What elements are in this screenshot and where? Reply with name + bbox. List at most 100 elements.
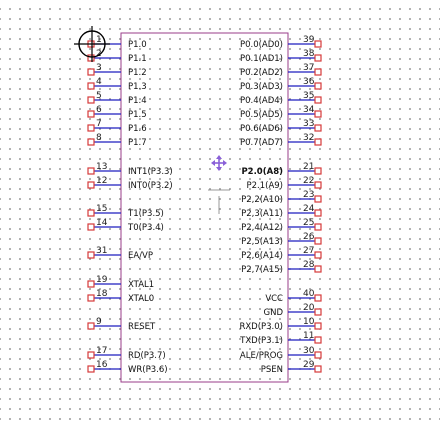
pin-label: RESET	[128, 322, 156, 332]
pin-end-marker[interactable]	[314, 96, 322, 104]
pin-label: P2,6(A14)	[241, 251, 283, 261]
pin-label: RXD(P3.0)	[239, 322, 283, 332]
pin-left-12[interactable]: 12 INT0(P3.2)	[87, 176, 173, 191]
pin-right-39[interactable]: 39 P0.0(AD0)	[240, 35, 322, 50]
pin-right-20[interactable]: 20 GND	[264, 303, 322, 318]
pin-left-9[interactable]: 9 RESET	[87, 317, 156, 332]
pin-number: 36	[303, 77, 315, 87]
pin-right-37[interactable]: 37 P0.2(AD2)	[240, 63, 322, 78]
pin-end-marker[interactable]	[87, 223, 95, 231]
pin-end-marker[interactable]	[87, 181, 95, 189]
pin-end-marker[interactable]	[87, 82, 95, 90]
pin-left-8[interactable]: 8 P1.7	[87, 133, 147, 148]
pin-end-marker[interactable]	[314, 237, 322, 245]
pin-end-marker[interactable]	[314, 223, 322, 231]
pin-left-17[interactable]: 17 RD(P3.7)	[87, 346, 166, 361]
pin-right-33[interactable]: 33 P0.6(AD6)	[240, 119, 322, 134]
pin-label: P2,5(A13)	[241, 237, 283, 247]
pin-label: WR(P3.6)	[128, 365, 168, 375]
pin-label: P0.3(AD3)	[240, 82, 283, 92]
right-pin-group: 39 P0.0(AD0) 38 P0.1(AD1) 37 P0.2(AD2) 36 P0.3(…	[239, 35, 322, 375]
pin-end-marker[interactable]	[314, 336, 322, 344]
pin-left-7[interactable]: 7 P1.6	[87, 119, 147, 134]
pin-right-34[interactable]: 34 P0.5(AD5)	[240, 105, 322, 120]
pin-left-6[interactable]: 6 P1.5	[87, 105, 147, 120]
pin-right-40[interactable]: 40 VCC	[265, 289, 322, 304]
pin-right-27[interactable]: 27 P2,6(A14)	[241, 246, 322, 261]
pin-end-marker[interactable]	[87, 365, 95, 373]
pin-right-21[interactable]: 21 P2.0(A8)	[241, 162, 322, 177]
pin-right-38[interactable]: 38 P0.1(AD1)	[240, 49, 322, 64]
pin-label: P0.0(AD0)	[240, 40, 283, 50]
pin-right-11[interactable]: 11 TXD(P3.1)	[239, 331, 322, 346]
pin-end-marker[interactable]	[314, 138, 322, 146]
pin-number: 27	[303, 246, 314, 256]
pin-right-32[interactable]: 32 P0.7(AD7)	[240, 133, 322, 148]
pin-end-marker[interactable]	[314, 294, 322, 302]
pin-end-marker[interactable]	[314, 181, 322, 189]
pin-left-15[interactable]: 15 T1(P3.5)	[87, 204, 164, 219]
pin-end-marker[interactable]	[87, 251, 95, 259]
pin-number: 35	[303, 91, 314, 101]
pin-end-marker[interactable]	[87, 167, 95, 175]
pin-right-30[interactable]: 30 ALE/PROG	[240, 346, 322, 361]
pin-end-marker[interactable]	[314, 68, 322, 76]
pin-right-22[interactable]: 22 P2.1(A9)	[247, 176, 322, 191]
pin-left-13[interactable]: 13 INT1(P3.3)	[87, 162, 173, 177]
pin-end-marker[interactable]	[314, 54, 322, 62]
schematic-canvas[interactable]: 1 P1.02 P1.13 P1.24 P1.35 P1.46 P1.57 P1.68 P1.7…	[0, 0, 440, 423]
pin-label: T0(P3.4)	[127, 223, 164, 233]
pin-end-marker[interactable]	[87, 209, 95, 217]
pin-left-3[interactable]: 3 P1.2	[87, 63, 147, 78]
pin-number: 31	[96, 246, 107, 256]
pin-right-24[interactable]: 24 P2,3(A11)	[241, 204, 322, 219]
pin-right-36[interactable]: 36 P0.3(AD3)	[240, 77, 322, 92]
pin-left-5[interactable]: 5 P1.4	[87, 91, 147, 106]
pin-end-marker[interactable]	[314, 124, 322, 132]
pin-end-marker[interactable]	[314, 322, 322, 330]
pin-end-marker[interactable]	[87, 124, 95, 132]
pin-label: P0.4(AD4)	[240, 96, 283, 106]
pin-left-14[interactable]: 14 T0(P3.4)	[87, 218, 164, 233]
pin-number: 26	[303, 232, 315, 242]
pin-label: P2,3(A11)	[241, 209, 283, 219]
pin-end-marker[interactable]	[314, 195, 322, 203]
pin-label: P0.1(AD1)	[240, 54, 283, 64]
pin-end-marker[interactable]	[87, 54, 95, 62]
pin-end-marker[interactable]	[314, 167, 322, 175]
pin-end-marker[interactable]	[87, 68, 95, 76]
pin-end-marker[interactable]	[87, 294, 95, 302]
pin-right-23[interactable]: 23 P2,2(A10)	[241, 190, 322, 205]
pin-end-marker[interactable]	[314, 40, 322, 48]
pin-end-marker[interactable]	[314, 351, 322, 359]
pin-right-10[interactable]: 10 RXD(P3.0)	[239, 317, 322, 332]
pin-label: INT1(P3.3)	[128, 167, 173, 177]
pin-end-marker[interactable]	[87, 351, 95, 359]
pin-number: 15	[96, 204, 107, 214]
pin-end-marker[interactable]	[87, 138, 95, 146]
pin-number: 20	[303, 303, 315, 313]
pin-right-28[interactable]: 28 P2,7(A15)	[241, 260, 322, 275]
pin-end-marker[interactable]	[314, 110, 322, 118]
pin-end-marker[interactable]	[314, 209, 322, 217]
pin-right-35[interactable]: 35 P0.4(AD4)	[240, 91, 322, 106]
pin-right-26[interactable]: 26 P2,5(A13)	[241, 232, 322, 247]
pin-end-marker[interactable]	[87, 96, 95, 104]
pin-end-marker[interactable]	[87, 280, 95, 288]
pin-number: 7	[96, 119, 102, 129]
pin-number: 11	[303, 331, 314, 341]
pin-end-marker[interactable]	[314, 365, 322, 373]
pin-right-25[interactable]: 25 P2,4(A12)	[241, 218, 322, 233]
pin-end-marker[interactable]	[314, 308, 322, 316]
pin-end-marker[interactable]	[314, 251, 322, 259]
pin-right-29[interactable]: 29 PSEN	[261, 360, 322, 375]
pin-end-marker[interactable]	[87, 322, 95, 330]
pin-left-1[interactable]: 1 P1.0	[87, 35, 147, 50]
pin-label: INT0(P3.2)	[128, 181, 173, 191]
pin-end-marker[interactable]	[314, 82, 322, 90]
pin-end-marker[interactable]	[87, 110, 95, 118]
pin-left-16[interactable]: 16 WR(P3.6)	[87, 360, 168, 375]
pin-select-marker[interactable]	[74, 26, 110, 62]
pin-left-4[interactable]: 4 P1.3	[87, 77, 147, 92]
pin-end-marker[interactable]	[314, 265, 322, 273]
